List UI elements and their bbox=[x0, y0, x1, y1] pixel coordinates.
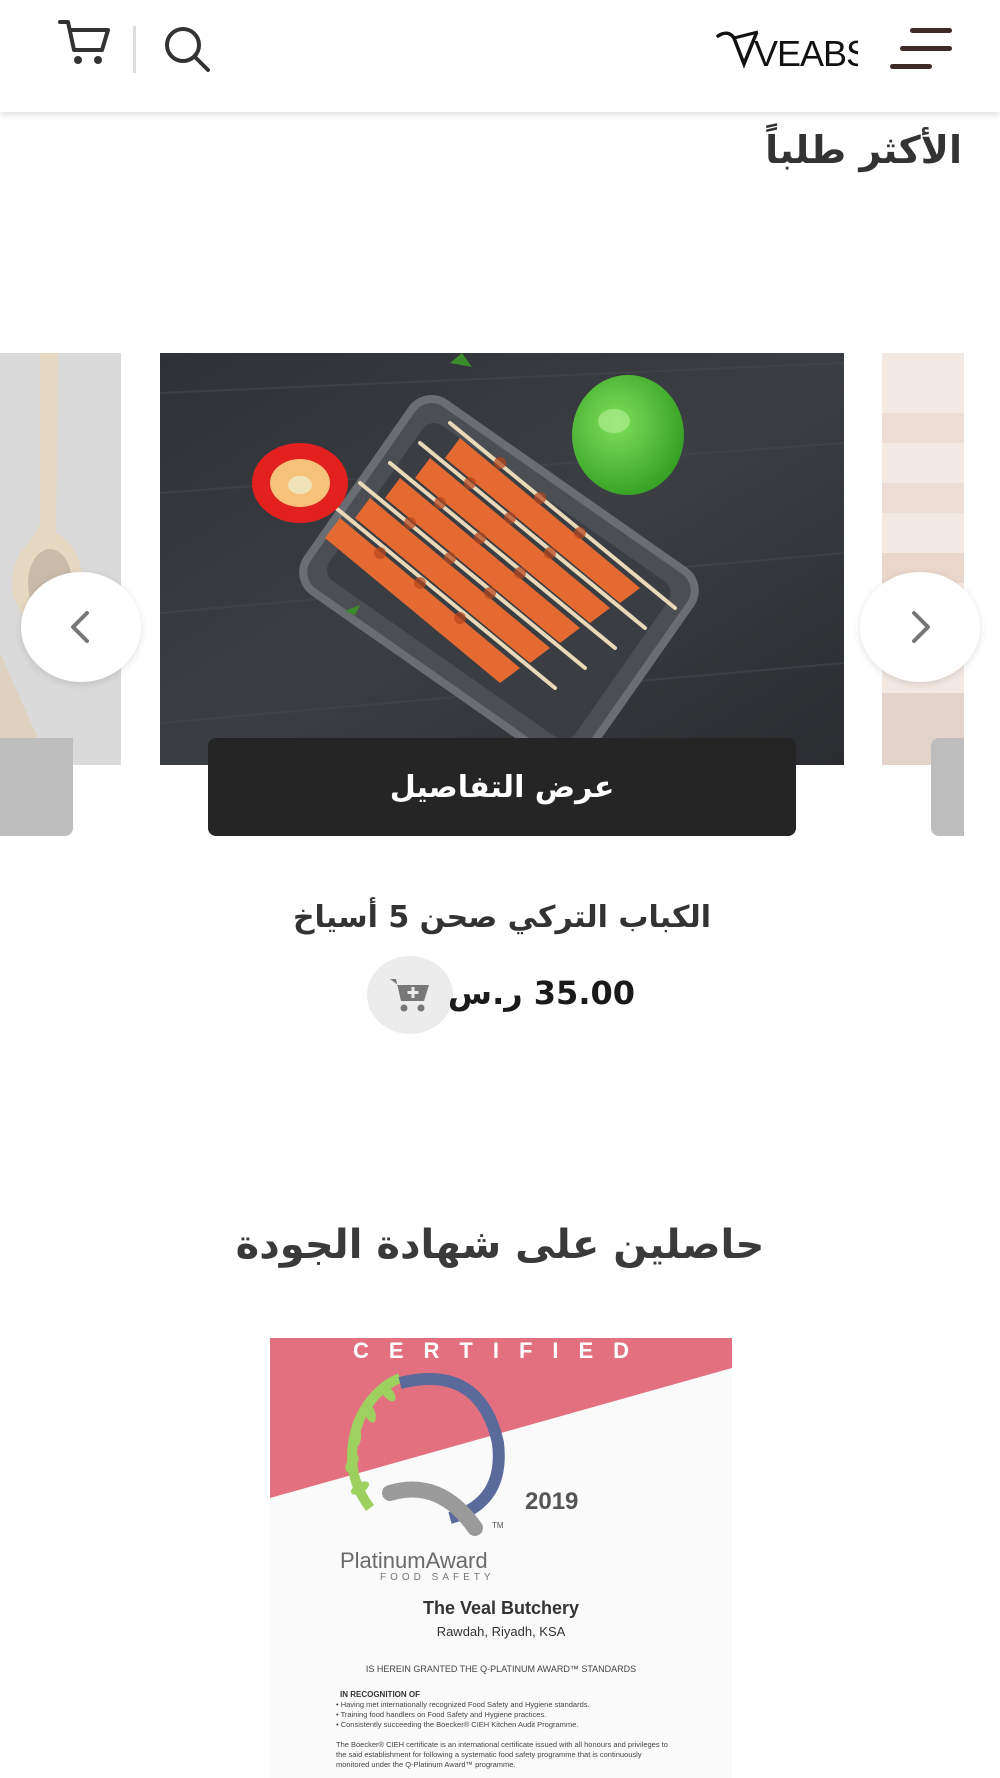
logo-text: VEABS bbox=[754, 33, 858, 74]
carousel-next-button[interactable] bbox=[860, 572, 980, 682]
view-details-button[interactable]: عرض التفاصيل bbox=[208, 738, 796, 836]
cart-plus-icon bbox=[390, 979, 429, 1012]
add-to-cart-button[interactable] bbox=[367, 956, 453, 1034]
certificate-granted-text: IS HEREIN GRANTED THE Q-PLATINUM AWARD™ … bbox=[365, 1664, 637, 1674]
quality-certificate-title: حاصلين على شهادة الجودة bbox=[235, 1222, 765, 1268]
price-row: 35.00 ر.س bbox=[360, 952, 660, 1038]
certificate-company: The Veal Butchery bbox=[422, 1598, 580, 1618]
hamburger-menu-icon[interactable] bbox=[890, 26, 952, 72]
certificate-bullet: • Having met internationally recognized … bbox=[336, 1700, 590, 1709]
certificate-footer-text: The Boecker® CIEH certificate is an inte… bbox=[336, 1740, 668, 1769]
certificate-location: Rawdah, Riyadh, KSA bbox=[436, 1624, 566, 1639]
certificate-bullet: • Training food handlers on Food Safety … bbox=[336, 1710, 547, 1719]
product-image[interactable] bbox=[160, 353, 844, 765]
carousel-prev-button[interactable] bbox=[21, 572, 141, 682]
certificate-bullet: • Consistently succeeding the Boecker® C… bbox=[336, 1720, 579, 1729]
certificate-year: 2019 bbox=[525, 1488, 579, 1515]
chevron-right-icon bbox=[912, 611, 930, 643]
next-slide-details-button[interactable] bbox=[931, 738, 964, 836]
carousel-prev-slide[interactable] bbox=[0, 353, 121, 765]
top-header: VEABS bbox=[0, 0, 1000, 112]
carousel-next-slide[interactable] bbox=[882, 353, 964, 765]
product-price: 35.00 ر.س bbox=[447, 974, 635, 1012]
trademark-text: TM bbox=[492, 1521, 504, 1530]
certificate-award-subtitle: FOOD SAFETY bbox=[380, 1572, 495, 1583]
certificate-banner-text: CERTIFIED bbox=[352, 1338, 650, 1363]
certificate-recognition-heading: IN RECOGNITION OF bbox=[340, 1690, 420, 1699]
q-laurel-logo-icon: TM bbox=[345, 1373, 505, 1536]
prev-slide-details-button[interactable] bbox=[0, 738, 73, 836]
brand-logo[interactable]: VEABS bbox=[716, 26, 870, 74]
chevron-left-icon bbox=[71, 611, 89, 643]
search-icon[interactable] bbox=[160, 22, 214, 76]
certificate-bullets: • Having met internationally recognized … bbox=[336, 1700, 676, 1730]
most-requested-title: الأكثر طلباً bbox=[765, 128, 962, 172]
cart-icon[interactable] bbox=[58, 18, 112, 68]
certificate-award: PlatinumAward bbox=[340, 1548, 488, 1573]
header-divider bbox=[133, 26, 136, 73]
certificate-image[interactable]: CERTIFIED TM 2019 PlatinumAward FOOD SAF… bbox=[270, 1338, 732, 1778]
product-name[interactable]: الكباب التركي صحن 5 أسياخ bbox=[160, 900, 844, 935]
